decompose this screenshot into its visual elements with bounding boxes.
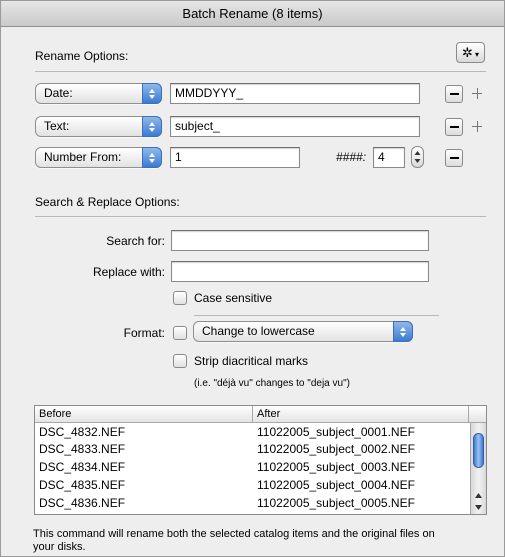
table-cell-after: 11022005_subject_0004.NEF	[257, 478, 415, 492]
number-from-field[interactable]: 1	[170, 147, 300, 168]
number-token-popup-label: Number From:	[44, 150, 122, 164]
text-token-popup[interactable]: Text:	[35, 116, 162, 137]
number-token-popup[interactable]: Number From:	[35, 147, 162, 168]
column-header-before[interactable]: Before	[35, 406, 253, 422]
table-cell-after: 11022005_subject_0002.NEF	[257, 442, 415, 456]
digits-stepper[interactable]	[411, 146, 424, 168]
table-row[interactable]: DSC_4832.NEF 11022005_subject_0001.NEF	[35, 424, 469, 440]
search-for-field[interactable]	[171, 230, 429, 251]
popup-arrows-icon	[142, 116, 162, 137]
scroll-down-icon[interactable]	[471, 502, 486, 513]
minus-icon	[450, 93, 459, 95]
format-popup[interactable]: Change to lowercase	[193, 321, 413, 342]
table-cell-after: 11022005_subject_0005.NEF	[257, 496, 415, 510]
table-cell-before: DSC_4834.NEF	[39, 460, 126, 474]
scrollbar-thumb[interactable]	[473, 433, 484, 468]
table-cell-before: DSC_4836.NEF	[39, 496, 126, 510]
table-cell-before: DSC_4835.NEF	[39, 478, 126, 492]
table-row[interactable]: DSC_4834.NEF 11022005_subject_0003.NEF	[35, 459, 469, 475]
vertical-scrollbar[interactable]	[470, 423, 486, 514]
chevron-down-icon: ▾	[475, 50, 480, 59]
date-token-popup[interactable]: Date:	[35, 83, 162, 104]
batch-rename-window: Batch Rename (8 items) Rename Options: ✲…	[0, 0, 505, 557]
digits-label: ####:	[336, 150, 367, 164]
footer-text-line-1: This command will rename both the select…	[33, 528, 435, 540]
table-cell-before: DSC_4832.NEF	[39, 425, 126, 439]
date-token-popup-label: Date:	[44, 86, 73, 100]
remove-row-button-3[interactable]	[445, 149, 463, 167]
separator	[194, 315, 439, 316]
table-row[interactable]: DSC_4836.NEF 11022005_subject_0005.NEF	[35, 495, 469, 511]
text-value-field[interactable]: subject_	[170, 116, 420, 137]
footer-text-line-2: your disks.	[33, 541, 86, 553]
add-row-button-2[interactable]	[468, 118, 486, 136]
search-for-label: Search for:	[106, 234, 165, 248]
text-token-popup-label: Text:	[44, 119, 70, 133]
minus-icon	[450, 157, 459, 159]
separator	[35, 216, 486, 217]
window-title: Batch Rename (8 items)	[1, 1, 504, 27]
table-cell-after: 11022005_subject_0003.NEF	[257, 460, 415, 474]
date-format-field[interactable]: MMDDYYY_	[170, 83, 420, 104]
search-replace-options-label: Search & Replace Options:	[35, 195, 180, 209]
table-cell-before: DSC_4833.NEF	[39, 442, 126, 456]
format-label: Format:	[123, 326, 165, 340]
popup-arrows-icon	[142, 147, 162, 168]
case-sensitive-label: Case sensitive	[194, 291, 273, 305]
table-cell-after: 11022005_subject_0001.NEF	[257, 425, 415, 439]
preview-table[interactable]: Before After DSC_4832.NEF 11022005_subje…	[34, 405, 487, 515]
stepper-arrows-icon	[414, 151, 421, 163]
rename-options-label: Rename Options:	[35, 49, 129, 63]
case-sensitive-checkbox[interactable]	[173, 291, 187, 305]
replace-with-field[interactable]	[171, 261, 429, 282]
separator	[35, 71, 486, 72]
strip-diacritics-note: (i.e. "déjà vu" changes to "deja vu")	[194, 378, 350, 389]
add-row-button-1[interactable]	[468, 85, 486, 103]
remove-row-button-2[interactable]	[445, 118, 463, 136]
gear-menu-button[interactable]: ✲ ▾	[456, 42, 485, 63]
minus-icon	[450, 126, 459, 128]
strip-diacritics-label: Strip diacritical marks	[194, 354, 309, 368]
column-header-after[interactable]: After	[253, 406, 469, 422]
format-popup-label: Change to lowercase	[202, 324, 315, 338]
replace-with-label: Replace with:	[92, 265, 165, 279]
gear-icon: ✲	[462, 45, 473, 60]
digits-field[interactable]: 4	[373, 147, 405, 168]
table-row[interactable]: DSC_4835.NEF 11022005_subject_0004.NEF	[35, 477, 469, 493]
table-row[interactable]: DSC_4833.NEF 11022005_subject_0002.NEF	[35, 441, 469, 457]
popup-arrows-icon	[393, 321, 413, 342]
scroll-up-icon[interactable]	[471, 490, 486, 501]
popup-arrows-icon	[142, 83, 162, 104]
table-header: Before After	[35, 406, 486, 423]
strip-diacritics-checkbox[interactable]	[173, 354, 187, 368]
remove-row-button-1[interactable]	[445, 85, 463, 103]
format-checkbox[interactable]	[173, 326, 187, 340]
